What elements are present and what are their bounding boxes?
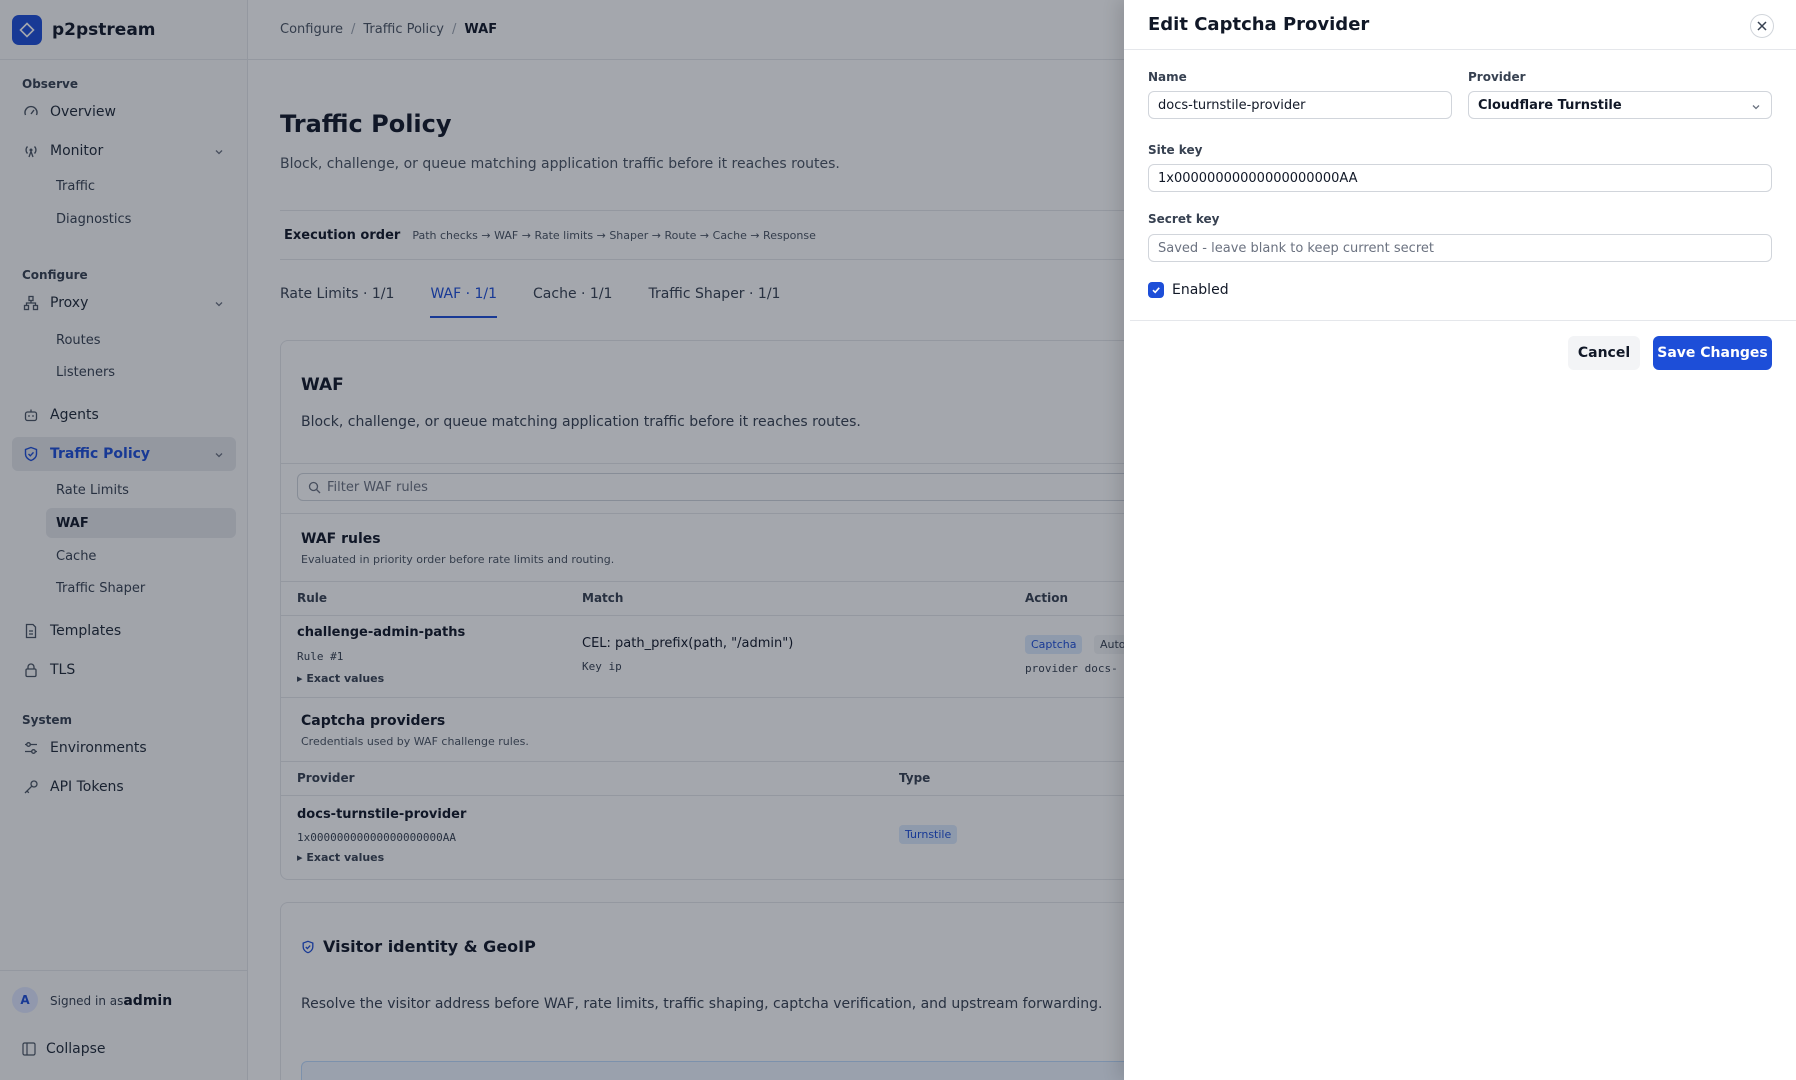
close-button[interactable] bbox=[1750, 14, 1774, 38]
name-label: Name bbox=[1148, 70, 1187, 84]
site-key-field[interactable]: 1x00000000000000000000AA bbox=[1148, 164, 1772, 192]
enabled-checkbox[interactable]: Enabled bbox=[1148, 282, 1229, 298]
modal-overlay[interactable] bbox=[0, 0, 1124, 1080]
provider-label: Provider bbox=[1468, 70, 1526, 84]
secret-key-label: Secret key bbox=[1148, 212, 1220, 226]
provider-select-value: Cloudflare Turnstile bbox=[1478, 97, 1622, 113]
chevron-down-icon bbox=[1751, 101, 1761, 116]
check-icon bbox=[1148, 282, 1164, 298]
drawer-title: Edit Captcha Provider bbox=[1148, 14, 1370, 35]
enabled-label: Enabled bbox=[1172, 282, 1229, 298]
name-field[interactable]: docs-turnstile-provider bbox=[1148, 91, 1452, 119]
cancel-button[interactable]: Cancel bbox=[1568, 336, 1640, 370]
drawer-header: Edit Captcha Provider bbox=[1124, 0, 1796, 50]
edit-captcha-provider-drawer: Edit Captcha Provider Name docs-turnstil… bbox=[1124, 0, 1796, 1080]
provider-select[interactable]: Cloudflare Turnstile bbox=[1468, 91, 1772, 119]
secret-key-field[interactable]: Saved - leave blank to keep current secr… bbox=[1148, 234, 1772, 262]
site-key-label: Site key bbox=[1148, 143, 1203, 157]
divider bbox=[1130, 320, 1796, 321]
save-changes-button[interactable]: Save Changes bbox=[1653, 336, 1772, 370]
close-icon bbox=[1756, 20, 1768, 32]
